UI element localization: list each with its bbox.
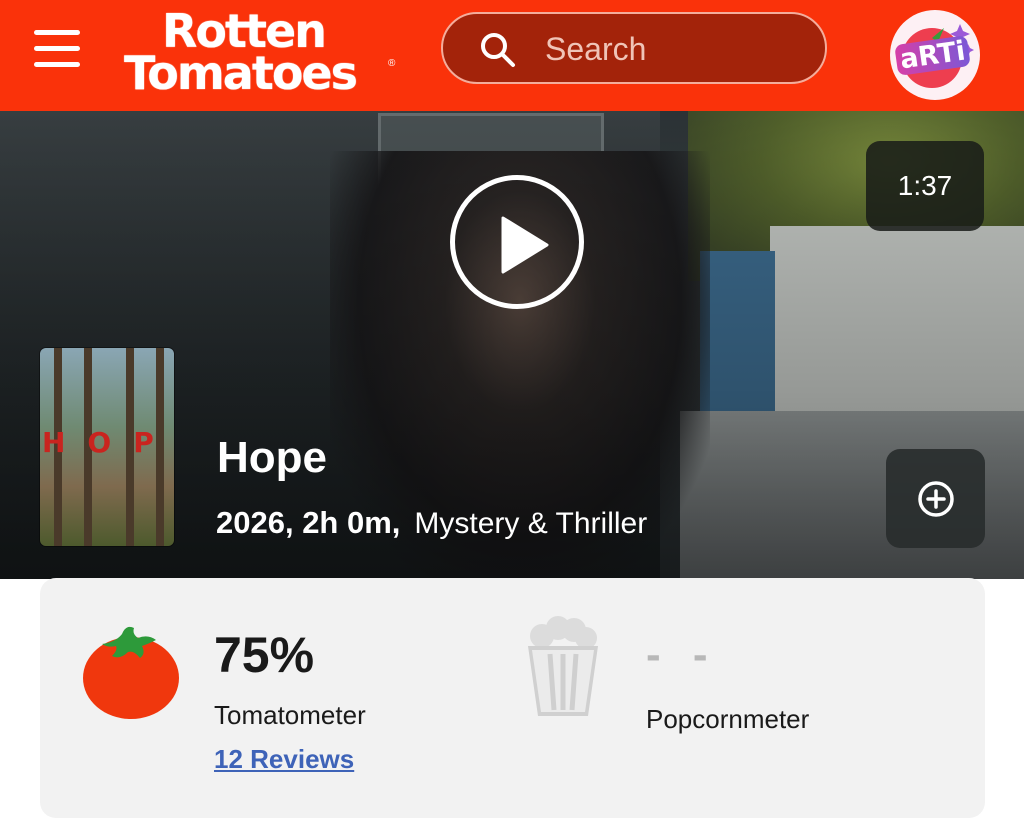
movie-genre: Mystery & Thriller xyxy=(414,507,648,540)
top-header: Rotten Tomatoes ® aRTi xyxy=(0,0,1024,111)
score-card: 75% Tomatometer 12 Reviews - - Popcornme… xyxy=(40,578,985,818)
registered-mark: ® xyxy=(388,58,396,69)
fresh-tomato-icon xyxy=(83,626,179,719)
play-icon xyxy=(501,216,549,274)
search-input[interactable] xyxy=(543,28,807,70)
avatar: aRTi xyxy=(890,10,980,100)
reviews-link[interactable]: 12 Reviews xyxy=(214,744,354,775)
movie-title: Hope xyxy=(217,433,327,482)
hamburger-menu-icon[interactable] xyxy=(34,30,80,68)
popcornmeter-label: Popcornmeter xyxy=(646,704,810,734)
movie-poster[interactable]: HOPE xyxy=(40,348,174,546)
tomatometer-label: Tomatometer xyxy=(214,700,366,730)
menu-bar xyxy=(34,30,80,35)
popcorn-bucket-icon xyxy=(528,616,598,716)
movie-meta: 2026, 2h 0m, Mystery & Thriller xyxy=(216,505,647,541)
trailer-hero[interactable]: 1:37 HOPE Hope 2026, 2h 0m, Mystery & Thr… xyxy=(0,111,1024,579)
add-to-watchlist-button[interactable] xyxy=(886,449,985,548)
poster-title: HOPE xyxy=(42,426,174,459)
search-bar[interactable] xyxy=(441,12,827,84)
menu-bar xyxy=(34,62,80,67)
add-circle-icon xyxy=(918,481,954,517)
popcornmeter-score: - - xyxy=(646,630,718,679)
arti-avatar-button[interactable]: aRTi xyxy=(890,10,992,100)
search-icon xyxy=(481,33,515,67)
tomatometer-score: 75% xyxy=(214,627,315,683)
menu-bar xyxy=(34,46,80,51)
rotten-tomatoes-logo[interactable]: Rotten Tomatoes ® xyxy=(124,6,404,100)
movie-year-runtime: 2026, 2h 0m, xyxy=(216,505,401,540)
trailer-duration-badge: 1:37 xyxy=(866,141,984,231)
logo-text-tomatoes: Tomatoes xyxy=(124,46,358,100)
play-trailer-button[interactable] xyxy=(450,175,584,309)
